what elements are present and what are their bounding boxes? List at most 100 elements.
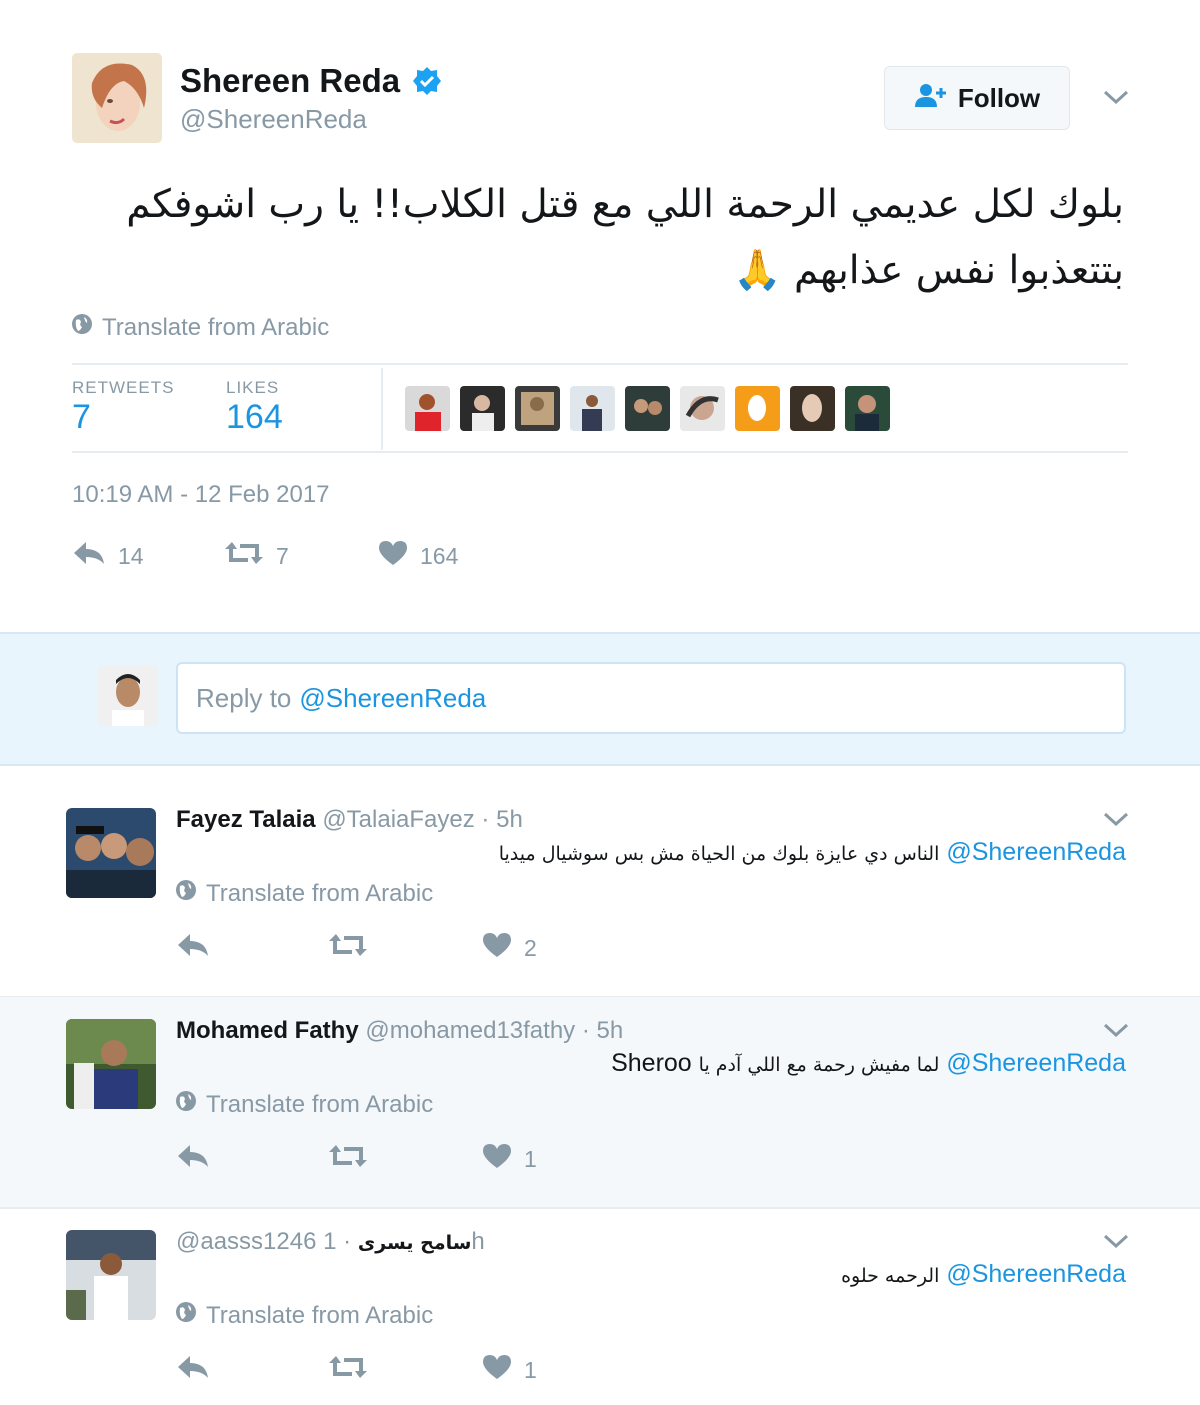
- reply-icon: [176, 1143, 210, 1175]
- like-action[interactable]: 1: [482, 1354, 537, 1386]
- author-handle[interactable]: @ShereenReda: [180, 104, 367, 135]
- retweet-action[interactable]: [328, 1143, 482, 1175]
- stats-separator: [381, 368, 383, 450]
- reply-text-arabic: لما مفيش رحمة مع اللي آدم يا: [698, 1054, 940, 1076]
- tweet-timestamp[interactable]: 10:19 AM - 12 Feb 2017: [72, 481, 330, 509]
- reply-author-handle[interactable]: @aasss1246: [176, 1228, 316, 1255]
- likers-avatars: [405, 386, 890, 431]
- tweet-text-line-1: بلوك لكل عديمي الرحمة اللي مع قتل الكلاب…: [126, 182, 1124, 227]
- reply-more-chevron-icon[interactable]: [1102, 810, 1130, 828]
- reply-translate-link[interactable]: Translate from Arabic: [174, 1300, 433, 1331]
- author-name[interactable]: Shereen Reda: [180, 62, 400, 100]
- follow-label: Follow: [957, 82, 1041, 113]
- retweet-icon: [224, 540, 264, 572]
- retweet-icon: [328, 1354, 368, 1386]
- translate-label: Translate from Arabic: [206, 1301, 434, 1329]
- reply-tweet[interactable]: @aasss1246 سامح يسرى · 1h الرحمه حلوه @S…: [0, 1208, 1200, 1405]
- retweets-stat[interactable]: RETWEETS 7: [72, 378, 174, 437]
- like-action[interactable]: 2: [482, 932, 537, 964]
- author-avatar[interactable]: [72, 53, 162, 143]
- reply-translate-link[interactable]: Translate from Arabic: [174, 1089, 433, 1120]
- reply-action[interactable]: [176, 932, 328, 964]
- like-action[interactable]: 1: [482, 1143, 537, 1175]
- retweet-icon: [328, 1143, 368, 1175]
- reply-time[interactable]: 5h: [597, 1017, 624, 1044]
- reply-mention[interactable]: @ShereenReda: [946, 838, 1126, 866]
- globe-icon: [174, 1300, 198, 1331]
- retweet-action[interactable]: [328, 932, 482, 964]
- reply-text: الناس دي عايزة بلوك من الحياة مش بس سوشي…: [226, 838, 1126, 867]
- reply-action[interactable]: [176, 1354, 328, 1386]
- liker-avatar[interactable]: [405, 386, 450, 431]
- reply-icon: [176, 1354, 210, 1386]
- like-count: 2: [524, 934, 537, 961]
- reply-author-name[interactable]: سامح يسرى: [358, 1232, 472, 1254]
- reply-placeholder-prefix: Reply to: [196, 682, 292, 713]
- retweets-label: RETWEETS: [72, 378, 175, 397]
- tweet-text-line-2: بتتعذبوا نفس عذابهم 🙏: [733, 248, 1124, 293]
- like-count: 164: [420, 542, 459, 569]
- retweet-action[interactable]: 7: [224, 540, 378, 572]
- reply-tweet[interactable]: Mohamed Fathy @mohamed13fathy · 5h Shero…: [0, 997, 1200, 1209]
- reply-input[interactable]: Reply to @ShereenReda: [176, 662, 1126, 734]
- reply-action[interactable]: [176, 1143, 328, 1175]
- reply-mention[interactable]: @ShereenReda: [946, 1260, 1126, 1288]
- reply-count: 14: [118, 542, 144, 569]
- translate-link[interactable]: Translate from Arabic: [70, 312, 329, 343]
- tweet-text: بلوك لكل عديمي الرحمة اللي مع قتل الكلاب…: [124, 172, 1124, 304]
- reply-mention[interactable]: @ShereenReda: [946, 1049, 1126, 1077]
- reply-avatar[interactable]: [66, 1019, 156, 1109]
- reply-actions: 1: [176, 1354, 537, 1386]
- reply-icon: [72, 540, 106, 572]
- liker-avatar[interactable]: [625, 386, 670, 431]
- reply-action[interactable]: 14: [72, 540, 224, 572]
- more-options-chevron-icon[interactable]: [1102, 88, 1130, 106]
- reply-dot: ·: [336, 1228, 352, 1255]
- liker-avatar[interactable]: [790, 386, 835, 431]
- reply-tweet[interactable]: Fayez Talaia @TalaiaFayez · 5h الناس دي …: [0, 786, 1200, 998]
- reply-author-name[interactable]: Fayez Talaia: [176, 806, 316, 833]
- reply-avatar[interactable]: [66, 1230, 156, 1320]
- liker-avatar[interactable]: [845, 386, 890, 431]
- retweet-action[interactable]: [328, 1354, 482, 1386]
- heart-icon: [482, 1354, 512, 1386]
- reply-more-chevron-icon[interactable]: [1102, 1021, 1130, 1039]
- globe-icon: [174, 878, 198, 909]
- retweets-count: 7: [72, 398, 91, 436]
- globe-icon: [70, 312, 94, 343]
- reply-translate-link[interactable]: Translate from Arabic: [174, 878, 433, 909]
- like-count: 1: [524, 1145, 537, 1172]
- reply-icon: [176, 932, 210, 964]
- reply-actions: 1: [176, 1143, 537, 1175]
- heart-icon: [378, 540, 408, 572]
- reply-header: @aasss1246 سامح يسرى · 1h: [176, 1228, 485, 1256]
- reply-text-arabic: الرحمه حلوه: [841, 1265, 940, 1287]
- translate-label: Translate from Arabic: [102, 313, 330, 341]
- reply-text-arabic: الناس دي عايزة بلوك من الحياة مش بس سوشي…: [498, 843, 940, 865]
- liker-avatar[interactable]: [460, 386, 505, 431]
- reply-text-suffix: Sheroo: [611, 1049, 692, 1077]
- reply-header: Fayez Talaia @TalaiaFayez · 5h: [176, 806, 523, 834]
- tweet-actions: 14 7 164: [72, 540, 458, 572]
- verified-badge-icon: [412, 66, 442, 96]
- retweet-count: 7: [276, 542, 289, 569]
- stats-divider-top: [72, 363, 1128, 365]
- likes-stat[interactable]: LIKES 164: [226, 378, 283, 437]
- reply-dot: ·: [581, 1017, 597, 1044]
- heart-icon: [482, 932, 512, 964]
- translate-label: Translate from Arabic: [206, 1090, 434, 1118]
- reply-author-name[interactable]: Mohamed Fathy: [176, 1017, 359, 1044]
- liker-avatar[interactable]: [680, 386, 725, 431]
- heart-icon: [482, 1143, 512, 1175]
- reply-more-chevron-icon[interactable]: [1102, 1232, 1130, 1250]
- liker-avatar[interactable]: [570, 386, 615, 431]
- reply-avatar[interactable]: [66, 808, 156, 898]
- likes-label: LIKES: [226, 378, 280, 397]
- like-action[interactable]: 164: [378, 540, 458, 572]
- reply-time[interactable]: 5h: [496, 806, 523, 833]
- liker-avatar[interactable]: [515, 386, 560, 431]
- follow-button[interactable]: Follow: [884, 66, 1070, 130]
- reply-author-handle[interactable]: @TalaiaFayez: [322, 806, 474, 833]
- reply-author-handle[interactable]: @mohamed13fathy: [365, 1017, 575, 1044]
- liker-avatar[interactable]: [735, 386, 780, 431]
